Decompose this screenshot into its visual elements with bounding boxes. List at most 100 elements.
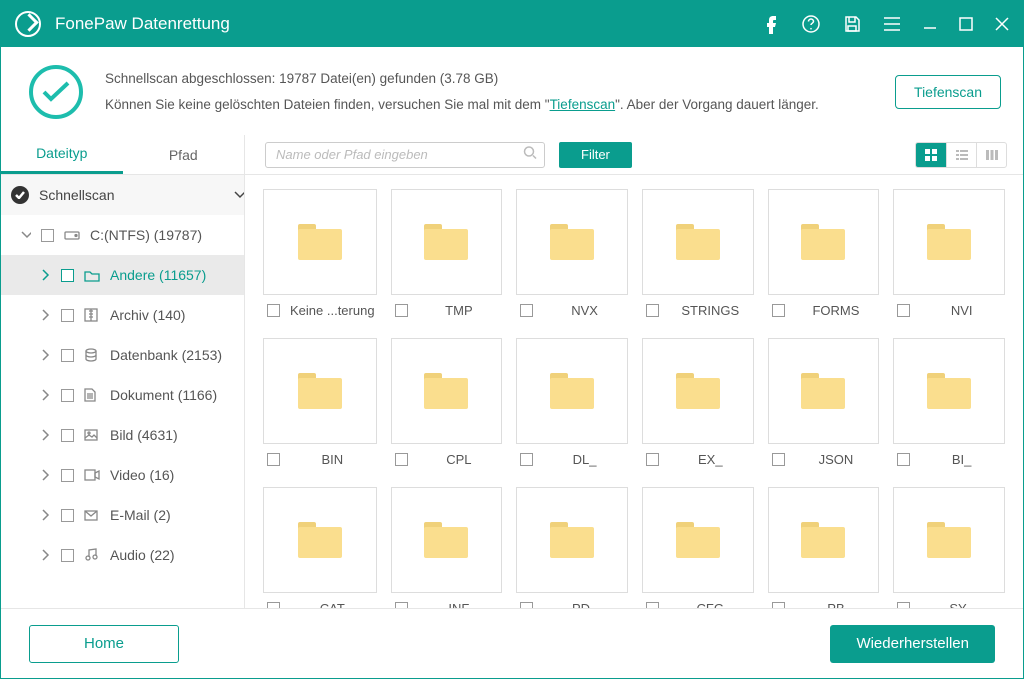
deepscan-link[interactable]: Tiefenscan [550,97,616,112]
minimize-icon[interactable] [923,17,937,31]
checkbox[interactable] [395,453,408,466]
folder-card[interactable]: Keine ...terung [263,189,377,318]
sidebar-tabs: Dateityp Pfad [1,135,244,175]
category-label: Andere (11657) [110,267,206,283]
checkbox[interactable] [61,549,74,562]
search-input[interactable] [265,142,545,168]
folder-label: SY_ [920,601,1003,608]
folder-card[interactable]: TMP [391,189,503,318]
folder-card[interactable]: FORMS [768,189,880,318]
tree-category[interactable]: Dokument (1166) [1,375,244,415]
folder-thumbnail [642,189,754,295]
folder-card[interactable]: EX_ [642,338,754,467]
folder-card[interactable]: NVI [893,189,1005,318]
folder-caption: NVX [516,295,628,318]
folder-card[interactable]: CFG [642,487,754,608]
folder-caption: STRINGS [642,295,754,318]
app-title: FonePaw Datenrettung [55,14,230,34]
category-label: Datenbank (2153) [110,347,222,363]
folder-label: PD_ [543,601,626,608]
folder-thumbnail [893,338,1005,444]
category-label: Dokument (1166) [110,387,217,403]
checkbox[interactable] [61,509,74,522]
folder-card[interactable]: CPL [391,338,503,467]
folder-icon [550,224,594,260]
view-grid-icon[interactable] [916,143,946,167]
folder-label: TMP [418,303,501,318]
chevron-right-icon [41,549,51,561]
checkbox[interactable] [61,469,74,482]
folder-icon [550,373,594,409]
checkbox[interactable] [395,304,408,317]
folder-icon [927,373,971,409]
category-label: Bild (4631) [110,427,178,443]
deepscan-button[interactable]: Tiefenscan [895,75,1001,109]
tree-category[interactable]: Audio (22) [1,535,244,575]
checkbox[interactable] [61,349,74,362]
tree-category[interactable]: Datenbank (2153) [1,335,244,375]
folder-card[interactable]: CAT [263,487,377,608]
folder-card[interactable]: SY_ [893,487,1005,608]
checkbox[interactable] [520,304,533,317]
tab-filetype[interactable]: Dateityp [1,135,123,174]
tree-category[interactable]: Archiv (140) [1,295,244,335]
checkbox[interactable] [61,269,74,282]
home-button[interactable]: Home [29,625,179,663]
checkmark-badge-icon [11,186,29,204]
folder-thumbnail [263,487,377,593]
filter-button[interactable]: Filter [559,142,632,168]
view-list-icon[interactable] [946,143,976,167]
recover-button[interactable]: Wiederherstellen [830,625,995,663]
folder-card[interactable]: PB [768,487,880,608]
folder-thumbnail [893,189,1005,295]
folder-card[interactable]: BI_ [893,338,1005,467]
checkbox[interactable] [41,229,54,242]
folder-card[interactable]: BIN [263,338,377,467]
view-columns-icon[interactable] [976,143,1006,167]
folder-card[interactable]: INF [391,487,503,608]
facebook-icon[interactable] [763,14,779,34]
sidebar: Dateityp Pfad Schnellscan C:(NTFS) (1978… [1,135,245,608]
checkbox[interactable] [646,453,659,466]
search-icon[interactable] [523,145,537,164]
category-label: Audio (22) [110,547,175,563]
help-icon[interactable] [801,14,821,34]
tree-category[interactable]: E-Mail (2) [1,495,244,535]
tree-category[interactable]: Andere (11657) [1,255,244,295]
tab-path[interactable]: Pfad [123,135,245,174]
folder-label: BI_ [920,452,1003,467]
tree-category[interactable]: Video (16) [1,455,244,495]
checkbox[interactable] [61,309,74,322]
checkbox[interactable] [267,453,280,466]
save-icon[interactable] [843,15,861,33]
checkbox[interactable] [646,304,659,317]
drive-icon [64,229,80,241]
checkbox[interactable] [267,304,280,317]
folder-label: PB [795,601,878,608]
tree-drive[interactable]: C:(NTFS) (19787) [1,215,244,255]
folder-card[interactable]: NVX [516,189,628,318]
folder-card[interactable]: PD_ [516,487,628,608]
checkbox[interactable] [772,453,785,466]
checkbox[interactable] [897,304,910,317]
database-icon [84,348,100,362]
checkbox[interactable] [61,389,74,402]
close-icon[interactable] [995,17,1009,31]
tree-schnellscan[interactable]: Schnellscan [1,175,244,215]
category-label: Video (16) [110,467,174,483]
checkbox[interactable] [520,453,533,466]
app-logo-icon [15,11,41,37]
checkbox[interactable] [897,453,910,466]
folder-card[interactable]: STRINGS [642,189,754,318]
menu-icon[interactable] [883,16,901,32]
chevron-down-icon [21,231,31,239]
folder-card[interactable]: JSON [768,338,880,467]
folder-caption: CAT [263,593,377,608]
maximize-icon[interactable] [959,17,973,31]
checkbox[interactable] [61,429,74,442]
checkbox[interactable] [772,304,785,317]
folder-card[interactable]: DL_ [516,338,628,467]
tree-category[interactable]: Bild (4631) [1,415,244,455]
chevron-right-icon [41,429,51,441]
folder-thumbnail [263,189,377,295]
